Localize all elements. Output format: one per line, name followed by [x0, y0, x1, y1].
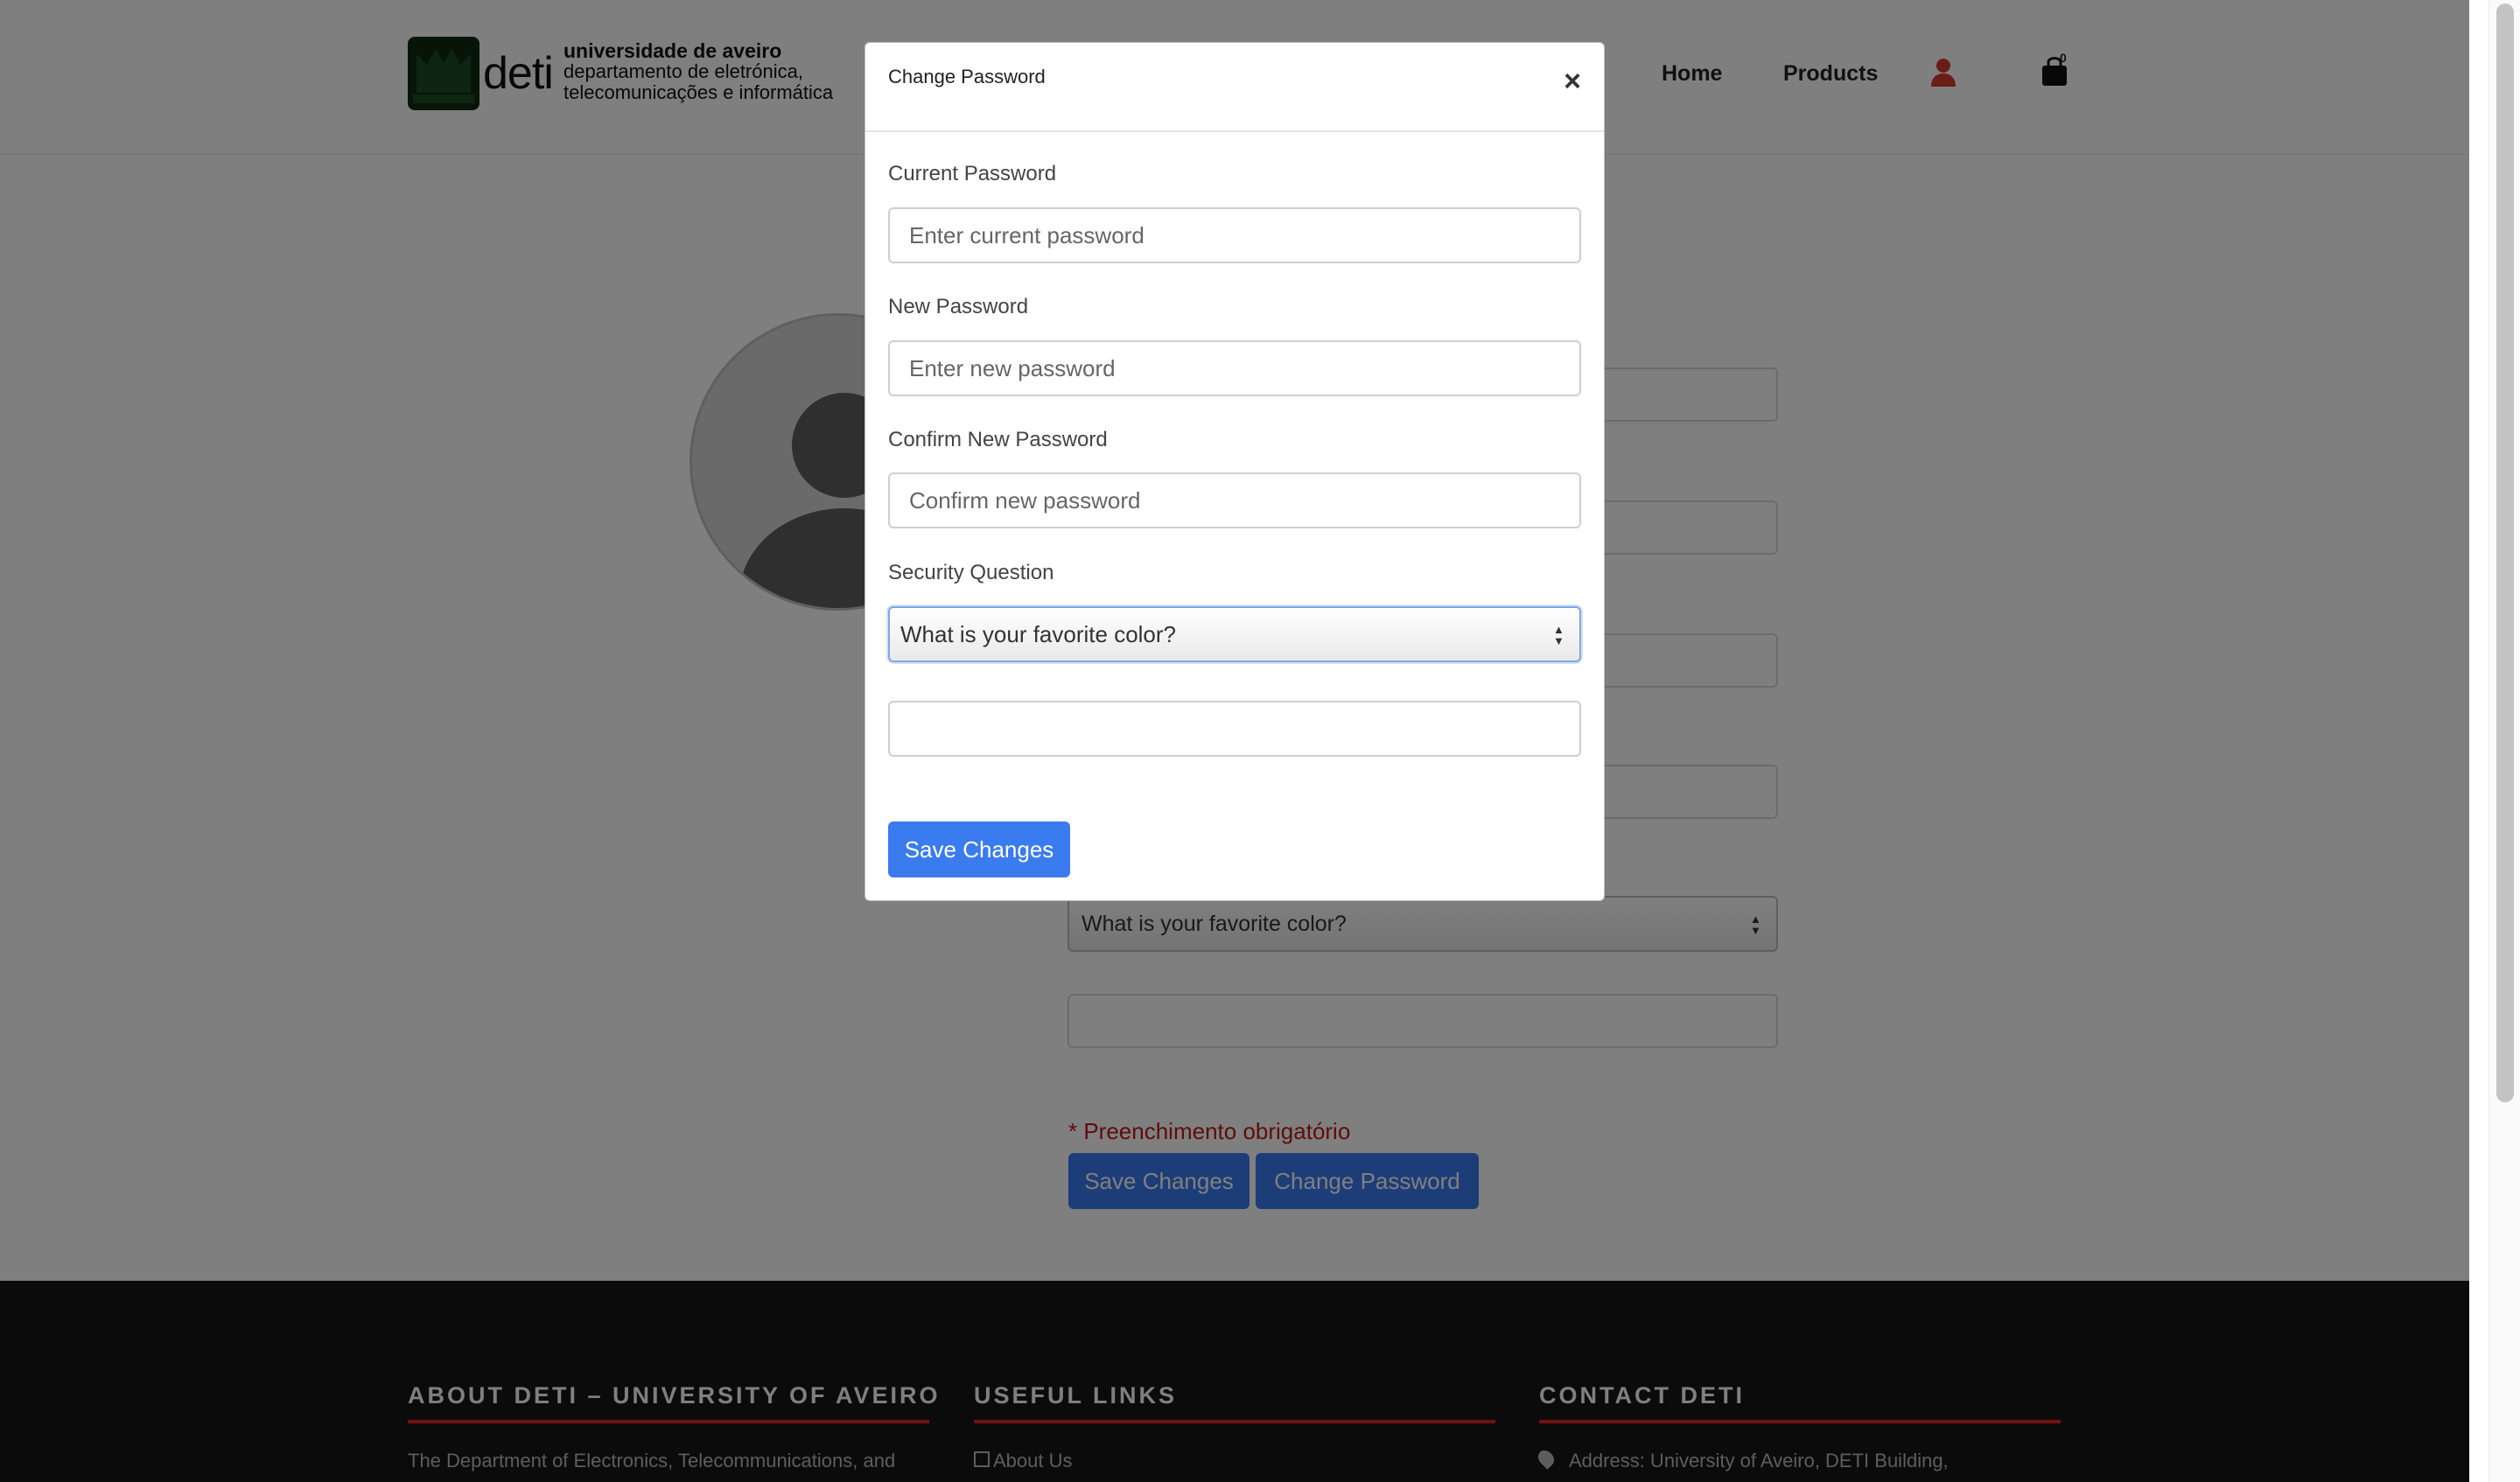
new-password-label: New Password — [888, 295, 1029, 318]
close-icon[interactable]: × — [1564, 64, 1581, 99]
modal-title: Change Password — [888, 66, 1046, 87]
select-arrows-icon: ▲▼ — [1553, 623, 1564, 647]
scrollbar-thumb[interactable] — [2496, 3, 2514, 1102]
security-question-value: What is your favorite color? — [900, 621, 1177, 647]
modal-save-button[interactable]: Save Changes — [888, 821, 1070, 877]
modal-header: Change Password × — [865, 43, 1604, 132]
security-question-select[interactable]: What is your favorite color? ▲ ▼ — [888, 606, 1581, 662]
confirm-password-label: Confirm New Password — [888, 428, 1108, 451]
security-question-label: Security Question — [888, 561, 1054, 584]
current-password-label: Current Password — [888, 162, 1057, 185]
security-answer-input[interactable] — [888, 701, 1581, 757]
scrollbar[interactable] — [2488, 0, 2520, 1482]
current-password-input[interactable] — [888, 207, 1581, 263]
new-password-input[interactable] — [888, 340, 1581, 396]
change-password-modal: Change Password × Current Password New P… — [864, 42, 1605, 901]
confirm-password-input[interactable] — [888, 472, 1581, 528]
